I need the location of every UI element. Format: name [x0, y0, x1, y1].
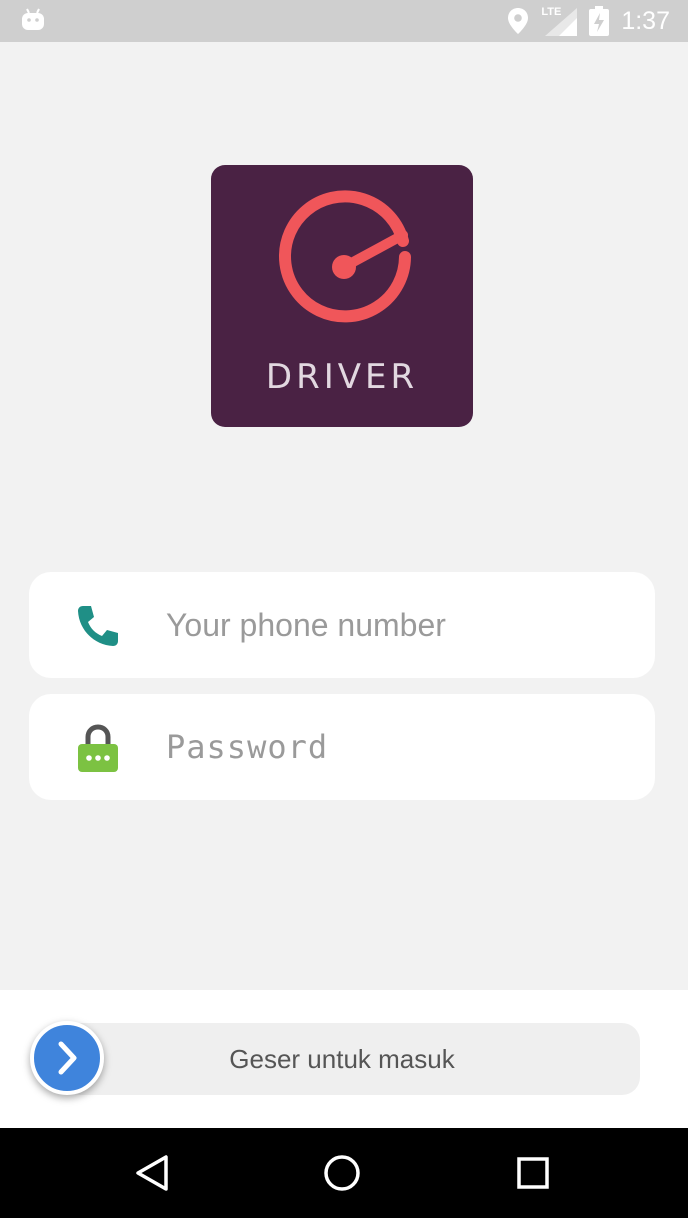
- password-field[interactable]: [29, 694, 655, 800]
- chevron-right-icon: [58, 1041, 77, 1075]
- phone-field[interactable]: [29, 572, 655, 678]
- phone-input[interactable]: [166, 572, 626, 678]
- back-triangle-icon[interactable]: [134, 1154, 170, 1192]
- signal-icon: LTE: [541, 6, 578, 36]
- phone-icon: [78, 606, 118, 646]
- slide-to-login-knob[interactable]: [30, 1021, 104, 1095]
- recents-square-icon[interactable]: [516, 1154, 550, 1192]
- navigation-bar: [0, 1128, 688, 1218]
- location-icon: [508, 8, 529, 34]
- clock: 1:37: [621, 6, 670, 35]
- home-circle-icon[interactable]: [323, 1154, 361, 1192]
- android-notification-icon: [22, 8, 44, 30]
- lock-icon: [78, 724, 118, 772]
- slide-to-login-label: Geser untuk masuk: [229, 1044, 455, 1074]
- app-logo: DRIVER: [211, 165, 473, 427]
- battery-icon: [589, 6, 610, 36]
- logo-wordmark: DRIVER: [265, 357, 419, 397]
- status-bar: LTE 1:37: [0, 0, 688, 42]
- password-input[interactable]: [166, 694, 626, 800]
